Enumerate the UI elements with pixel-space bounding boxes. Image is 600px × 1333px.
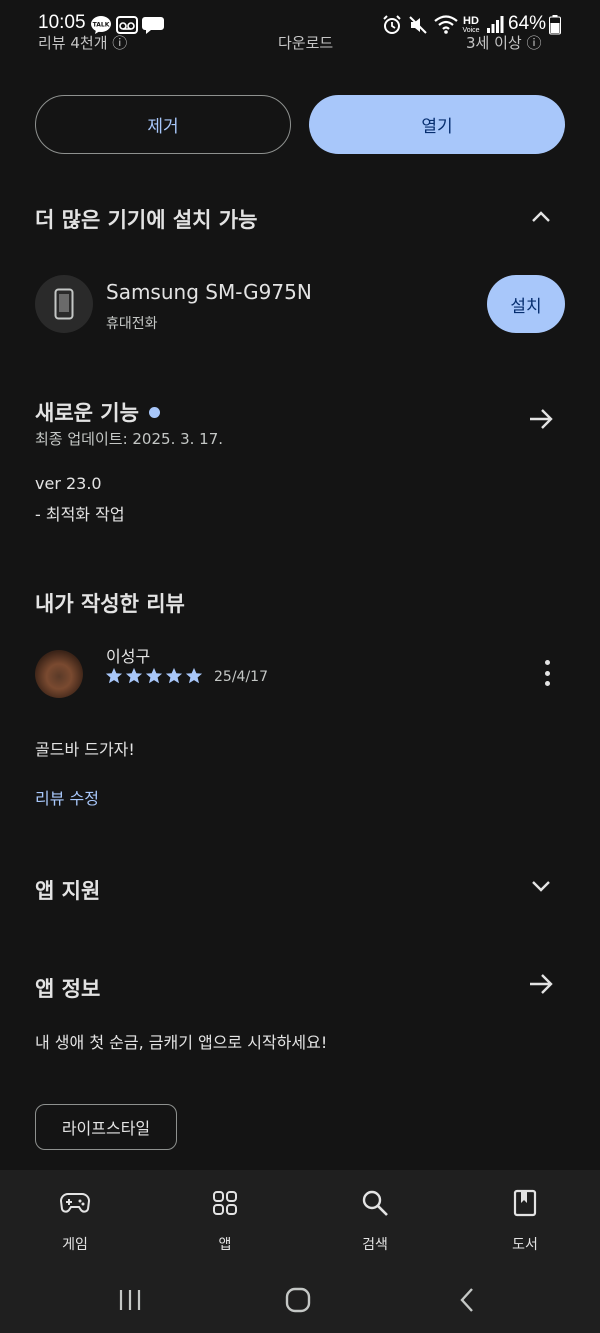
version-text: ver 23.0 (35, 474, 102, 493)
whats-new-header[interactable]: 새로운 기능 (35, 397, 160, 427)
home-icon[interactable] (273, 1280, 323, 1320)
star-icon (125, 667, 143, 684)
my-review-title: 내가 작성한 리뷰 (35, 592, 185, 616)
hd-label: HD (463, 15, 479, 27)
status-time: 10:05 (38, 12, 86, 33)
mute-icon (408, 14, 428, 36)
nav-label: 검색 (362, 1237, 388, 1253)
star-icon (105, 667, 123, 684)
age-rating-stat: 3세 이상 ⓘ (466, 34, 542, 52)
arrow-right-icon[interactable] (525, 968, 557, 1000)
edit-review-link[interactable]: 리뷰 수정 (35, 785, 99, 809)
book-icon (510, 1188, 540, 1218)
alarm-icon (382, 14, 402, 36)
wifi-icon (434, 14, 458, 36)
apps-grid-icon (210, 1188, 240, 1218)
downloads-stat: 다운로드 (278, 34, 334, 52)
app-info-title[interactable]: 앱 정보 (35, 973, 100, 1003)
gamepad-icon (60, 1188, 90, 1218)
chevron-up-icon[interactable] (525, 201, 557, 233)
whats-new-title: 새로운 기능 (35, 401, 139, 425)
open-button[interactable]: 열기 (309, 95, 565, 154)
chevron-down-icon[interactable] (525, 870, 557, 902)
review-text: 골드바 드가자! (35, 740, 135, 759)
back-icon[interactable] (442, 1280, 492, 1320)
rating-stat: 리뷰 4천개 ⓘ (38, 34, 128, 52)
nav-label: 게임 (62, 1237, 88, 1253)
uninstall-button[interactable]: 제거 (35, 95, 291, 154)
arrow-right-icon[interactable] (525, 403, 557, 435)
star-rating (105, 667, 203, 685)
reviewer-name: 이성구 (106, 647, 151, 666)
star-icon (165, 667, 183, 684)
nav-apps[interactable]: 앱 (175, 1170, 275, 1270)
avatar (35, 650, 83, 698)
nav-search[interactable]: 검색 (325, 1170, 425, 1270)
install-button[interactable]: 설치 (487, 275, 565, 333)
nav-label: 도서 (512, 1237, 538, 1253)
review-date: 25/4/17 (214, 669, 268, 685)
new-indicator-dot (148, 406, 160, 418)
last-updated: 최종 업데이트: 2025. 3. 17. (35, 430, 224, 448)
nav-games[interactable]: 게임 (25, 1170, 125, 1270)
more-options-icon[interactable] (535, 660, 559, 686)
talk-label: TALK (93, 22, 110, 29)
more-devices-title: 더 많은 기기에 설치 가능 (35, 208, 258, 232)
chat-bubble-icon (141, 14, 165, 36)
nav-label: 앱 (218, 1237, 232, 1253)
star-icon (185, 667, 203, 684)
battery-icon (548, 14, 562, 36)
recent-apps-icon[interactable] (105, 1280, 155, 1320)
device-name: Samsung SM-G975N (106, 280, 312, 304)
nav-books[interactable]: 도서 (475, 1170, 575, 1270)
phone-device-icon (35, 275, 93, 333)
device-type: 휴대전화 (106, 316, 158, 332)
app-description: 내 생애 첫 순금, 금캐기 앱으로 시작하세요! (35, 1033, 328, 1052)
category-chip[interactable]: 라이프스타일 (35, 1104, 177, 1150)
release-note: - 최적화 작업 (35, 505, 125, 524)
search-icon (360, 1188, 390, 1218)
star-icon (145, 667, 163, 684)
app-support-title[interactable]: 앱 지원 (35, 875, 100, 905)
